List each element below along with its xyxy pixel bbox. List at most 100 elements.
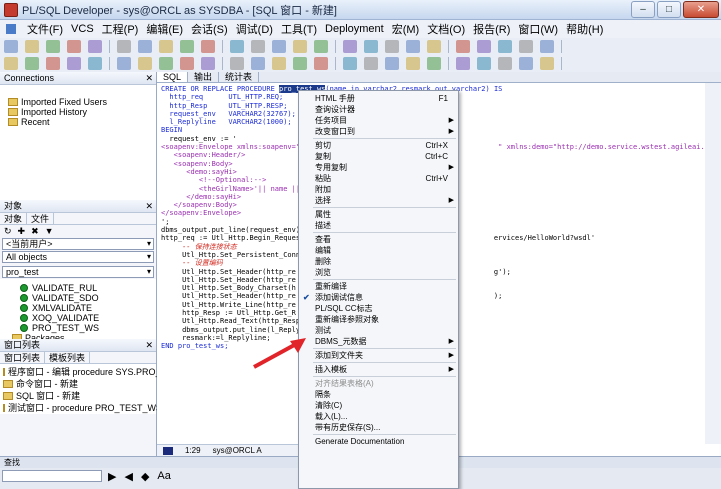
toolbar-button-icon[interactable] <box>159 40 173 53</box>
toolbar-button-icon[interactable] <box>540 57 554 70</box>
menu-item[interactable]: 报告(R) <box>469 21 514 37</box>
toolbar-button-icon[interactable] <box>67 57 81 70</box>
toolbar-button-icon[interactable] <box>4 40 18 53</box>
menu-item[interactable]: Deployment <box>321 23 388 35</box>
toolbar-button-icon[interactable] <box>477 40 491 53</box>
context-menu-item[interactable]: 剪切 Ctrl+X <box>299 140 458 151</box>
toolbar-button-icon[interactable] <box>519 40 533 53</box>
toolbar-button-icon[interactable] <box>293 40 307 53</box>
table-row[interactable]: XOQ_VALIDATE <box>0 313 156 323</box>
context-menu-item[interactable]: 带有历史保存(S)... <box>299 422 458 433</box>
connection-folder[interactable]: Imported History <box>8 107 156 117</box>
toolbar-button-icon[interactable] <box>406 40 420 53</box>
toolbar-button-icon[interactable] <box>540 40 554 53</box>
context-menu-item[interactable]: 任务项目 ▶ <box>299 115 458 126</box>
toolbar-button-icon[interactable] <box>4 57 18 70</box>
menu-item[interactable]: 会话(S) <box>187 21 232 37</box>
panel-tab[interactable]: 模板列表 <box>45 352 91 363</box>
list-item[interactable]: 程序窗口 - 编辑 procedure SYS.PRO_TE <box>0 366 172 378</box>
context-menu-item[interactable]: DBMS_元数据 ▶ <box>299 336 458 347</box>
menu-item[interactable]: 工具(T) <box>277 21 321 37</box>
editor-scrollbar[interactable] <box>705 83 721 444</box>
panel-tab[interactable]: 文件 <box>27 213 55 224</box>
toolbar-button-icon[interactable] <box>46 57 60 70</box>
connection-folder[interactable]: Imported Fixed Users <box>8 97 156 107</box>
minimize-button[interactable]: – <box>631 1 655 18</box>
connection-folder[interactable]: Recent <box>8 117 156 127</box>
toolbar-button-icon[interactable] <box>427 40 441 53</box>
toolbar-button-icon[interactable] <box>364 57 378 70</box>
menu-item[interactable]: 工程(P) <box>98 21 143 37</box>
toolbar-button-icon[interactable] <box>343 57 357 70</box>
toolbar-button-icon[interactable] <box>477 57 491 70</box>
toolbar-button-icon[interactable] <box>46 40 60 53</box>
menu-app-icon[interactable] <box>2 24 23 34</box>
find-next-icon[interactable]: ▶ <box>108 470 116 483</box>
context-menu-item[interactable]: 插入模板 ▶ <box>299 364 458 375</box>
filter-combo[interactable]: All objects <box>2 251 154 263</box>
search-input[interactable]: pro_test <box>2 266 154 278</box>
table-row[interactable]: XMLVALIDATE <box>0 303 156 313</box>
toolbar-button-icon[interactable] <box>117 40 131 53</box>
toolbar-button-icon[interactable] <box>201 57 215 70</box>
menu-item[interactable]: 帮助(H) <box>562 21 607 37</box>
menu-item[interactable]: 文档(O) <box>423 21 469 37</box>
toolbar-button-icon[interactable] <box>88 40 102 53</box>
context-menu-item[interactable]: 复制 Ctrl+C <box>299 151 458 162</box>
toolbar-button-icon[interactable] <box>251 57 265 70</box>
toolbar-button-icon[interactable] <box>385 57 399 70</box>
toolbar-button-icon[interactable] <box>272 57 286 70</box>
context-menu-item[interactable]: 属性 <box>299 209 458 220</box>
remove-icon[interactable]: ✖ <box>31 226 39 237</box>
toolbar-button-icon[interactable] <box>272 40 286 53</box>
find-prev-icon[interactable]: ◀ <box>124 470 132 483</box>
toolbar-button-icon[interactable] <box>138 40 152 53</box>
context-menu-item[interactable]: 查询设计器 <box>299 104 458 115</box>
context-menu-item[interactable]: HTML 手册 F1 <box>299 93 458 104</box>
toolbar-button-icon[interactable] <box>180 57 194 70</box>
list-item[interactable]: 命令窗口 - 新建 <box>0 378 156 390</box>
toolbar-button-icon[interactable] <box>427 57 441 70</box>
maximize-button[interactable]: □ <box>657 1 681 18</box>
context-menu-item[interactable]: 删除 <box>299 256 458 267</box>
editor-tab[interactable]: 输出 <box>188 72 220 82</box>
list-item[interactable]: 测试窗口 - procedure PRO_TEST_WS@ORCL <box>0 402 196 414</box>
toolbar-button-icon[interactable] <box>159 57 173 70</box>
editor-tab[interactable]: 统计表 <box>219 72 260 82</box>
toolbar-button-icon[interactable] <box>88 57 102 70</box>
filter-icon[interactable]: ▼ <box>45 226 54 236</box>
context-menu-item[interactable]: 描述 <box>299 220 458 231</box>
context-menu-item[interactable]: 浏览 <box>299 267 458 278</box>
context-menu-item[interactable]: 编辑 <box>299 245 458 256</box>
context-menu-item[interactable]: 测试 <box>299 325 458 336</box>
toolbar-button-icon[interactable] <box>314 57 328 70</box>
context-menu-item[interactable]: 专用复制 ▶ <box>299 162 458 173</box>
context-menu-item[interactable]: 添加到文件夹 ▶ <box>299 350 458 361</box>
toolbar-button-icon[interactable] <box>25 40 39 53</box>
find-input[interactable] <box>2 470 102 482</box>
toolbar-button-icon[interactable] <box>456 57 470 70</box>
panel-tab[interactable]: 对象 <box>0 213 28 224</box>
menu-item[interactable]: 调试(D) <box>232 21 277 37</box>
close-icon[interactable]: ✕ <box>145 339 153 351</box>
toolbar-button-icon[interactable] <box>364 40 378 53</box>
toolbar-button-icon[interactable] <box>456 40 470 53</box>
toolbar-button-icon[interactable] <box>498 57 512 70</box>
context-menu-item[interactable]: 添加调试信息 ✔ <box>299 292 458 303</box>
context-menu-item[interactable]: 载入(L)... <box>299 411 458 422</box>
table-row[interactable]: VALIDATE_SDO <box>0 293 156 303</box>
toolbar-button-icon[interactable] <box>519 57 533 70</box>
context-menu-item[interactable]: 隔条 <box>299 389 458 400</box>
toolbar-button-icon[interactable] <box>67 40 81 53</box>
toolbar-button-icon[interactable] <box>343 40 357 53</box>
context-menu-item[interactable]: Generate Documentation <box>299 436 458 447</box>
table-row[interactable]: VALIDATE_RUL <box>0 283 156 293</box>
toolbar-button-icon[interactable] <box>117 57 131 70</box>
list-item[interactable]: SQL 窗口 - 新建 <box>0 390 156 402</box>
toolbar-button-icon[interactable] <box>406 57 420 70</box>
toolbar-button-icon[interactable] <box>385 40 399 53</box>
editor-tab[interactable]: SQL <box>157 72 189 82</box>
context-menu-item[interactable]: 重新编译 <box>299 281 458 292</box>
toolbar-button-icon[interactable] <box>230 57 244 70</box>
menu-item[interactable]: 编辑(E) <box>142 21 187 37</box>
